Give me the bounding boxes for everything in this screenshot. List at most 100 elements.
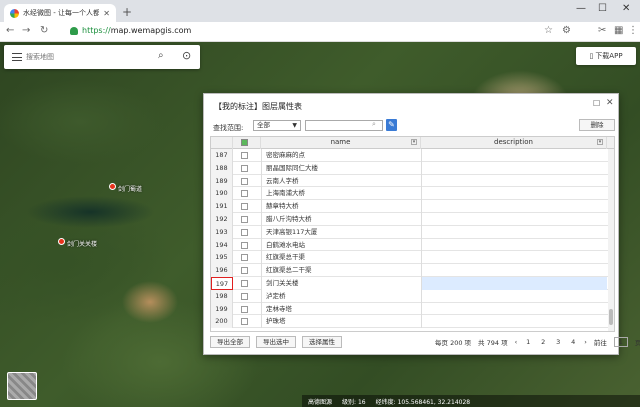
window-close-icon[interactable]: ✕ — [622, 3, 630, 14]
row-checkbox[interactable] — [241, 254, 248, 262]
hamburger-menu-icon[interactable] — [12, 53, 22, 61]
table-row[interactable]: 187 密密麻麻的点 — [211, 149, 614, 162]
row-checkbox[interactable] — [241, 190, 248, 198]
row-name-cell[interactable]: 丽晶国际同仁大楼 — [261, 161, 421, 175]
row-description-cell[interactable] — [421, 276, 607, 290]
row-checkbox[interactable] — [241, 292, 248, 300]
grid-scrollbar[interactable] — [608, 149, 614, 331]
row-name-cell[interactable]: 红旗渠总干渠 — [261, 251, 421, 265]
row-name-cell[interactable]: 赫章特大桥 — [261, 200, 421, 213]
row-checkbox[interactable] — [241, 164, 248, 172]
row-description-cell[interactable] — [421, 149, 607, 162]
bookmark-star-icon[interactable]: ☆ — [544, 25, 553, 36]
search-icon[interactable]: ⌕ — [158, 50, 164, 61]
delete-button[interactable]: 删除 — [579, 119, 615, 131]
row-checkbox[interactable] — [241, 267, 248, 275]
row-checkbox[interactable] — [241, 228, 248, 236]
row-checkbox[interactable] — [241, 318, 248, 326]
row-description-cell[interactable] — [421, 187, 607, 201]
layer-switch-thumbnail[interactable] — [7, 372, 37, 400]
row-name-cell[interactable]: 云南人字桥 — [261, 174, 421, 188]
choose-attributes-button[interactable]: 选择属性 — [302, 336, 342, 348]
row-description-cell[interactable] — [421, 200, 607, 213]
tab-close-icon[interactable]: ✕ — [103, 9, 110, 18]
maximize-icon[interactable]: ☐ — [593, 99, 600, 108]
row-description-cell[interactable] — [421, 302, 607, 316]
table-row[interactable]: 193 天津高银117大厦 — [211, 225, 614, 239]
row-description-cell[interactable] — [421, 238, 607, 252]
search-icon[interactable]: ⌕ — [372, 120, 376, 129]
column-menu-icon[interactable]: ▾ — [597, 139, 603, 145]
browser-menu-icon[interactable]: ⋮ — [628, 25, 638, 36]
table-row[interactable]: 191 赫章特大桥 — [211, 200, 614, 213]
page-number[interactable]: 1 — [524, 338, 532, 346]
forward-icon[interactable]: → — [22, 25, 30, 36]
table-row[interactable]: 194 白鹤滩水电站 — [211, 238, 614, 252]
table-row[interactable]: 189 云南人字桥 — [211, 174, 614, 188]
edit-pen-button[interactable]: ✎ — [386, 119, 397, 131]
scissors-icon[interactable]: ✂ — [598, 25, 606, 36]
column-header-name[interactable]: name ▾ — [261, 137, 421, 149]
page-number[interactable]: 2 — [539, 338, 547, 346]
table-row[interactable]: 192 腊八斤沟特大桥 — [211, 212, 614, 226]
row-description-cell[interactable] — [421, 174, 607, 188]
row-name-cell[interactable]: 剑门关关楼 — [261, 276, 421, 290]
map-search-input[interactable] — [26, 51, 136, 63]
download-app-button[interactable]: ▯ 下载APP — [576, 47, 636, 65]
row-name-cell[interactable]: 上海南浦大桥 — [261, 187, 421, 201]
row-name-cell[interactable]: 定林寺塔 — [261, 302, 421, 316]
table-row[interactable]: 196 红旗渠总二干渠 — [211, 264, 614, 277]
row-description-cell[interactable] — [421, 225, 607, 239]
grid-icon[interactable]: ▦ — [614, 25, 623, 36]
row-checkbox[interactable] — [241, 279, 248, 287]
export-selected-button[interactable]: 导出选中 — [256, 336, 296, 348]
row-checkbox[interactable] — [241, 241, 248, 249]
row-description-cell[interactable] — [421, 251, 607, 265]
maximize-icon[interactable]: ☐ — [598, 3, 607, 14]
row-description-cell[interactable] — [421, 289, 607, 303]
column-menu-icon[interactable]: ▾ — [411, 139, 417, 145]
goto-page-input[interactable]: 1 — [613, 337, 628, 347]
row-description-cell[interactable] — [421, 264, 607, 277]
row-description-cell[interactable] — [421, 212, 607, 226]
row-name-cell[interactable]: 白鹤滩水电站 — [261, 238, 421, 252]
table-row[interactable]: 198 泸定桥 — [211, 289, 614, 303]
back-icon[interactable]: ← — [6, 25, 14, 36]
close-icon[interactable]: ✕ — [606, 98, 614, 108]
address-bar[interactable]: https://map.wemapgis.com — [70, 26, 191, 35]
row-checkbox[interactable] — [241, 215, 248, 223]
table-row[interactable]: 195 红旗渠总干渠 — [211, 251, 614, 265]
table-row[interactable]: 188 丽晶国际同仁大楼 — [211, 161, 614, 175]
range-select[interactable]: 全部 ▼ — [253, 120, 301, 131]
table-row[interactable]: 200 护珠塔 — [211, 315, 614, 329]
table-row[interactable]: 199 定林寺塔 — [211, 302, 614, 316]
row-checkbox[interactable] — [241, 177, 248, 185]
table-row[interactable]: 197 剑门关关楼 — [211, 276, 614, 290]
browser-tab[interactable]: 水经微图 - 让每一个人都有自... ✕ — [4, 4, 116, 22]
minimize-icon[interactable]: — — [576, 3, 586, 14]
map-marker[interactable] — [58, 238, 65, 245]
row-checkbox[interactable] — [241, 305, 248, 313]
prev-page-icon[interactable]: ‹ — [515, 338, 518, 346]
page-number[interactable]: 3 — [554, 338, 562, 346]
map-marker[interactable] — [109, 183, 116, 190]
row-name-cell[interactable]: 护珠塔 — [261, 315, 421, 329]
row-name-cell[interactable]: 泸定桥 — [261, 289, 421, 303]
row-name-cell[interactable]: 密密麻麻的点 — [261, 149, 421, 162]
row-name-cell[interactable]: 红旗渠总二干渠 — [261, 264, 421, 277]
export-all-button[interactable]: 导出全部 — [210, 336, 250, 348]
select-all-checkbox[interactable] — [241, 139, 248, 146]
row-name-cell[interactable]: 天津高银117大厦 — [261, 225, 421, 239]
column-header-description[interactable]: description ▾ — [421, 137, 607, 149]
extensions-icon[interactable]: ⚙ — [562, 25, 571, 36]
scroll-thumb[interactable] — [609, 309, 613, 325]
new-tab-icon[interactable]: + — [122, 5, 132, 19]
per-page-select[interactable]: 每页 200 项 — [435, 337, 471, 347]
reload-icon[interactable]: ↻ — [40, 25, 48, 36]
row-checkbox[interactable] — [241, 203, 248, 211]
row-description-cell[interactable] — [421, 315, 607, 329]
row-checkbox[interactable] — [241, 152, 248, 159]
page-number[interactable]: 4 — [569, 338, 577, 346]
next-page-icon[interactable]: › — [584, 338, 587, 346]
location-pin-icon[interactable]: ⊙ — [182, 49, 191, 62]
